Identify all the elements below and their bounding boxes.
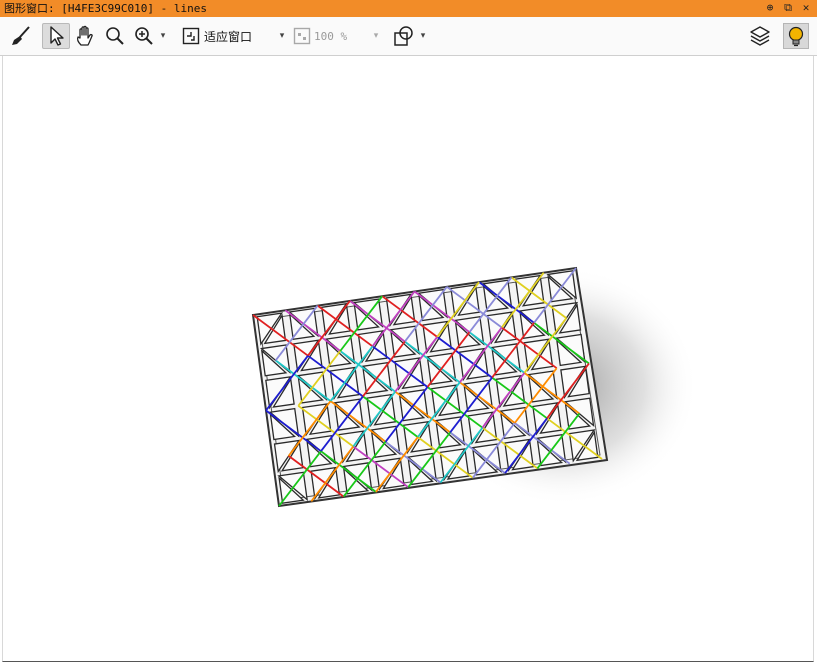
draw-shape-button[interactable] bbox=[392, 23, 416, 49]
pin-icon[interactable]: ⊕ bbox=[763, 1, 777, 15]
window-title: 图形窗口: [H4FE3C99C010] - lines bbox=[4, 2, 207, 15]
zoom-dropdown-arrow[interactable]: ▾ bbox=[157, 23, 169, 49]
pointer-tool-button[interactable] bbox=[42, 23, 70, 49]
zoom-percent-label[interactable]: 100 % bbox=[314, 23, 364, 49]
hand-icon bbox=[76, 25, 93, 46]
zoom-in-button[interactable] bbox=[132, 23, 156, 49]
search-icon bbox=[106, 27, 124, 45]
zoom-in-icon bbox=[135, 27, 153, 45]
image-canvas[interactable] bbox=[2, 56, 814, 662]
broom-icon bbox=[12, 26, 30, 45]
clear-broom-button[interactable] bbox=[8, 23, 34, 49]
layers-icon bbox=[750, 26, 770, 46]
zoom-actual-size-icon bbox=[293, 27, 311, 45]
layers-button[interactable] bbox=[748, 23, 772, 49]
restore-window-button[interactable]: ⧉ bbox=[781, 1, 795, 15]
fit-window-icon bbox=[182, 27, 200, 45]
highlight-lamp-button[interactable] bbox=[783, 23, 809, 49]
magnify-tool-button[interactable] bbox=[103, 23, 127, 49]
pan-tool-button[interactable] bbox=[73, 23, 99, 49]
lightbulb-icon bbox=[788, 26, 804, 47]
fit-window-icon-button[interactable] bbox=[180, 23, 202, 49]
window-titlebar: 图形窗口: [H4FE3C99C010] - lines ⊕ ⧉ ✕ bbox=[0, 0, 817, 17]
zoom-fit-dropdown-arrow[interactable]: ▾ bbox=[276, 23, 288, 49]
close-window-button[interactable]: ✕ bbox=[799, 1, 813, 15]
zoom-percent-dropdown-arrow[interactable]: ▾ bbox=[370, 23, 382, 49]
shapes-icon bbox=[394, 26, 413, 46]
lines-image-view bbox=[251, 266, 698, 508]
cursor-arrow-icon bbox=[50, 26, 64, 46]
graphics-toolbar: ▾ 适应窗口 ▾ 100 % ▾ ▾ bbox=[0, 17, 817, 56]
shape-dropdown-arrow[interactable]: ▾ bbox=[417, 23, 429, 49]
zoom-fit-label[interactable]: 适应窗口 bbox=[204, 23, 260, 49]
zoom-100-icon-button[interactable] bbox=[292, 23, 312, 49]
